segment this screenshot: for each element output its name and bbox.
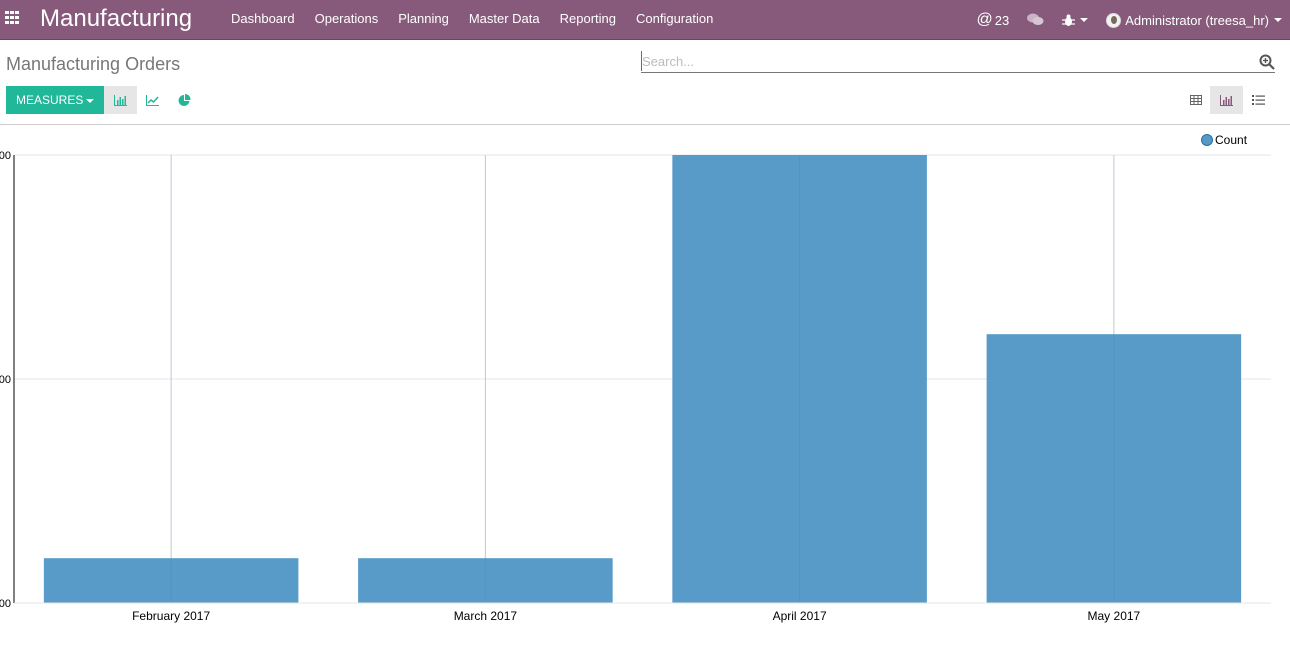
x-tick-label: February 2017 (132, 609, 210, 623)
user-menu[interactable]: Administrator (treesa_hr) (1106, 12, 1282, 28)
y-tick-label: 0.00 (0, 598, 11, 610)
y-tick-label: 5.00 (0, 374, 11, 386)
table-grid-icon (1189, 95, 1202, 105)
menu-configuration[interactable]: Configuration (626, 0, 723, 40)
measures-label: MEASURES (16, 93, 84, 107)
top-navbar: Manufacturing Dashboard Operations Plann… (0, 0, 1290, 40)
legend-marker[interactable] (1201, 134, 1213, 146)
menu-reporting[interactable]: Reporting (550, 0, 626, 40)
menu-master-data[interactable]: Master Data (459, 0, 550, 40)
page-title: Manufacturing Orders (6, 54, 181, 74)
legend-label[interactable]: Count (1215, 133, 1248, 147)
y-tick-label: 10.00 (0, 150, 11, 162)
user-name: Administrator (treesa_hr) (1125, 12, 1269, 28)
x-tick-label: May 2017 (1088, 609, 1141, 623)
menu-dashboard[interactable]: Dashboard (221, 0, 305, 40)
app-brand: Manufacturing (40, 5, 193, 32)
messaging-button[interactable] (1027, 13, 1044, 27)
line-chart-icon (146, 94, 159, 106)
main-menu: Dashboard Operations Planning Master Dat… (221, 0, 723, 40)
pie-chart-mode-button[interactable] (168, 86, 201, 114)
mentions-count: 23 (994, 12, 1010, 28)
menu-planning[interactable]: Planning (388, 0, 459, 40)
chevron-down-icon (1274, 18, 1282, 22)
control-panel: Manufacturing Orders MEASURES (0, 41, 1290, 125)
search-bar (641, 51, 1275, 73)
graph-container: 0.00 5.00 10.00 February 2017 March 2017 Apri… (0, 126, 1290, 653)
pivot-view-button[interactable] (1179, 86, 1212, 114)
bar-chart-mode-button[interactable] (104, 86, 137, 114)
menu-operations[interactable]: Operations (305, 0, 389, 40)
search-input[interactable] (641, 51, 1241, 71)
x-tick-label: April 2017 (773, 609, 827, 623)
chevron-down-icon (86, 98, 95, 103)
measures-button[interactable]: MEASURES (6, 86, 105, 114)
chevron-down-icon (1080, 18, 1089, 22)
list-view-button[interactable] (1242, 86, 1275, 114)
pie-chart-icon (178, 93, 191, 106)
bar-chart-icon (1220, 94, 1233, 106)
bar-chart-icon (114, 94, 127, 106)
systray: @ 23 Administrator (treesa_hr) (959, 0, 1282, 40)
chat-bubbles-icon (1027, 13, 1044, 25)
bug-icon (1062, 14, 1076, 26)
bar-chart: 0.00 5.00 10.00 February 2017 March 2017 Apri… (0, 133, 1271, 623)
debug-button[interactable] (1062, 14, 1089, 27)
line-chart-mode-button[interactable] (136, 86, 169, 114)
list-icon (1252, 95, 1265, 105)
search-zoom-icon[interactable] (1259, 54, 1275, 70)
graph-view-button[interactable] (1210, 86, 1243, 114)
x-tick-label: March 2017 (454, 609, 518, 623)
apps-menu-icon[interactable] (5, 11, 21, 25)
avatar (1106, 12, 1122, 28)
mentions-button[interactable]: @ 23 (977, 11, 1010, 29)
at-icon: @ (976, 11, 993, 28)
